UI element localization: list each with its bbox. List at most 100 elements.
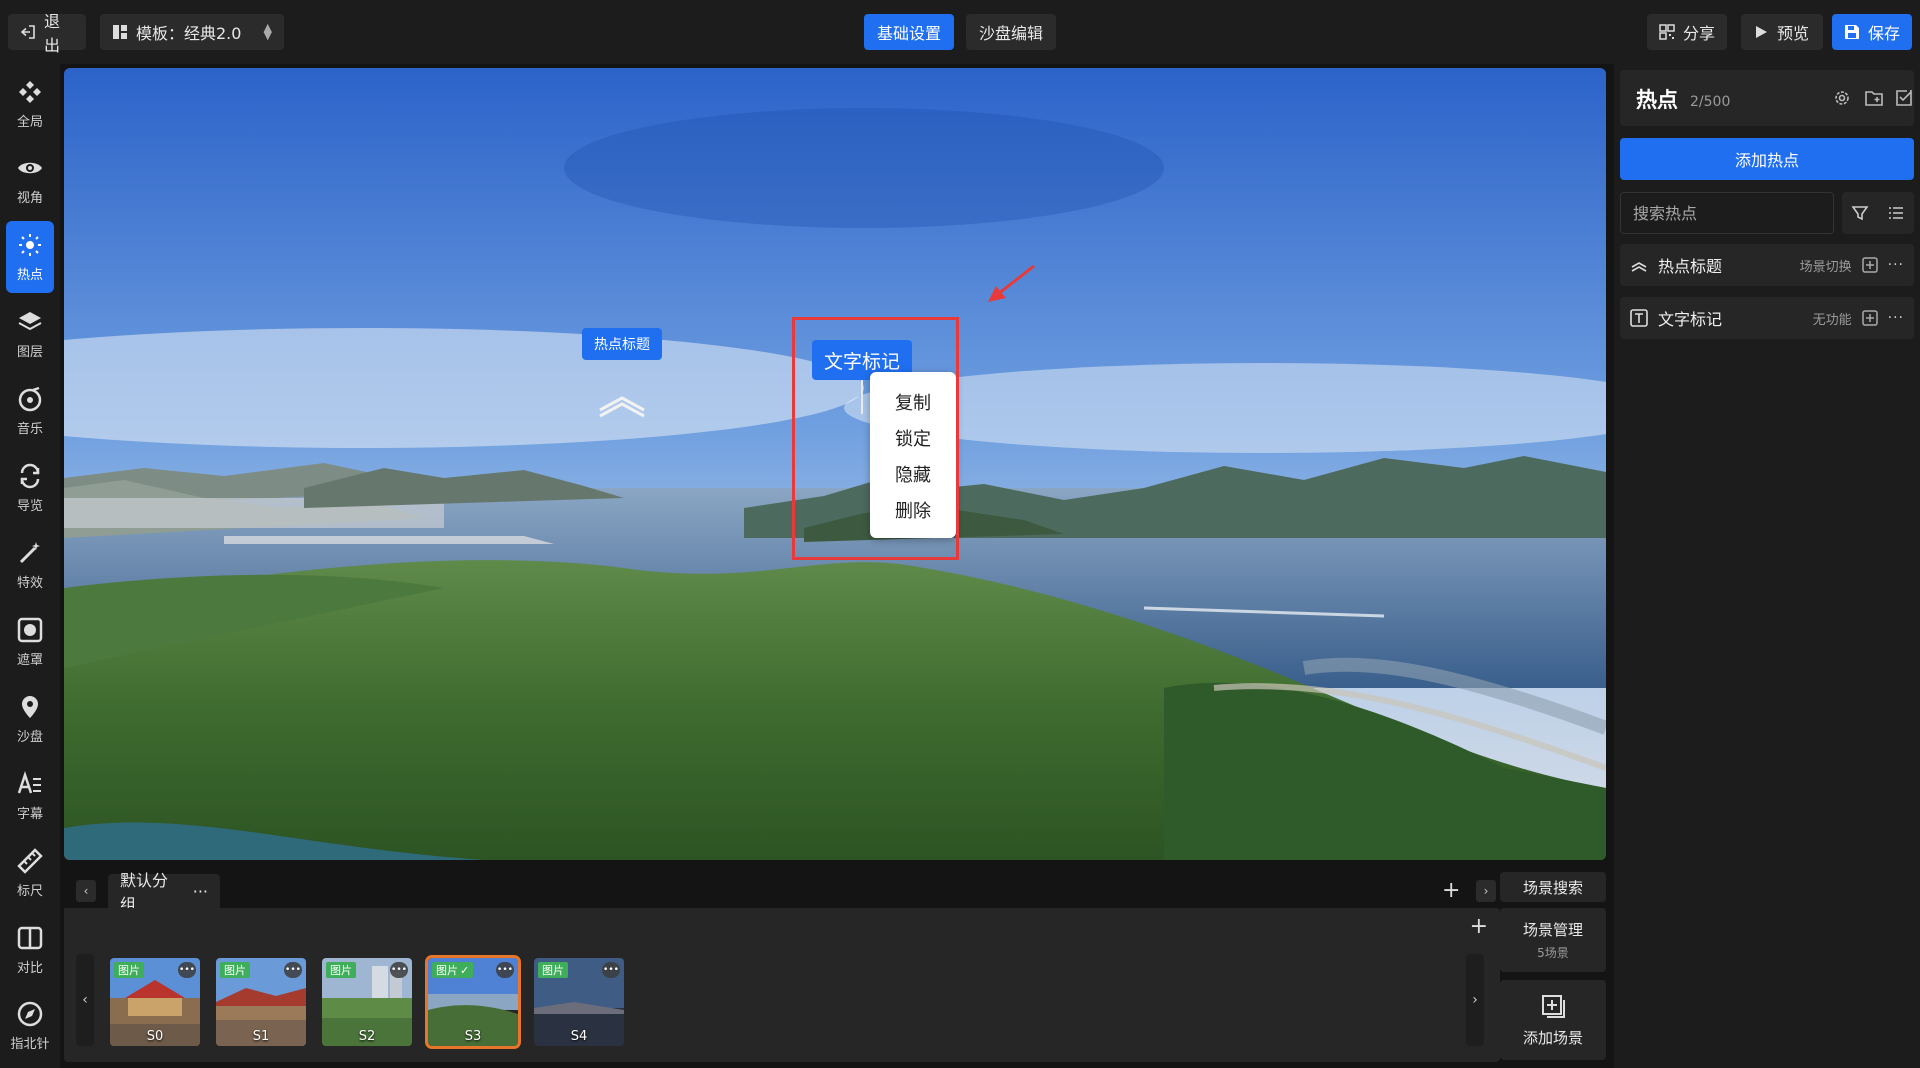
hotspot-list-item[interactable]: 文字标记 无功能 ··· [1620,297,1914,339]
more-options-icon[interactable]: ··· [1888,310,1904,326]
group-more-icon[interactable]: ··· [193,882,208,901]
settings-icon[interactable] [1832,88,1852,108]
hotspot-count: 2/500 [1690,94,1731,110]
sidebar-item-subtitle[interactable]: 字幕 [6,760,54,832]
panel-title: 热点 [1636,88,1678,112]
sidebar-item-label: 特效 [16,575,43,591]
annotation-arrow-icon [988,264,1035,302]
panorama-viewport[interactable]: 热点标题 文字标记 复制 锁定 隐藏 删除 [64,68,1606,860]
template-icon [112,24,128,40]
add-square-icon[interactable] [1861,257,1878,273]
sidebar-item-layers[interactable]: 图层 [6,298,54,370]
sidebar-item-label: 视角 [16,190,43,206]
sidebar-item-label: 对比 [16,960,43,976]
save-label: 保存 [1868,24,1901,43]
add-scene-label: 添加场景 [1522,1028,1583,1047]
tab-sandbox-edit[interactable]: 沙盘编辑 [966,14,1056,50]
hotspot-title-marker[interactable]: 热点标题 [582,328,662,360]
template-label: 模板：经典2.0 [136,24,242,43]
sidebar-item-compass[interactable]: 指北针 [6,990,54,1062]
check-icon: ✓ [460,963,470,977]
exit-icon [20,24,36,40]
scroll-left-button[interactable]: ‹ [76,954,94,1046]
add-scene-icon [1542,994,1565,1018]
sidebar-item-label: 图层 [16,344,43,360]
hotspot-search-input[interactable] [1620,192,1834,234]
annotation-highlight-box [792,317,959,560]
sidebar-item-compare[interactable]: 对比 [6,914,54,986]
scene-more-icon[interactable]: ••• [390,962,408,978]
sidebar-item-label: 遮罩 [16,652,43,668]
qr-code-icon [1659,24,1675,40]
preview-button[interactable]: 预览 [1741,14,1823,50]
template-select[interactable]: 模板：经典2.0 ▲ ▼ [100,14,284,50]
add-square-icon[interactable] [1861,310,1878,326]
more-options-icon[interactable]: ··· [1888,257,1904,273]
add-group-icon[interactable]: + [1442,878,1460,903]
scene-thumbnail[interactable]: 图片 ••• S0 [110,958,200,1046]
checkbox-icon[interactable] [1894,88,1914,108]
compare-icon [17,926,43,949]
add-hotspot-button[interactable]: 添加热点 [1620,138,1914,180]
share-button[interactable]: 分享 [1647,14,1727,50]
exit-button[interactable]: 退出 [8,12,86,55]
global-icon [19,80,41,103]
sidebar-item-hotspot[interactable]: 热点 [6,221,54,293]
scene-name: S1 [252,1029,270,1044]
sidebar-item-global[interactable]: 全局 [6,68,54,140]
scene-thumbnail[interactable]: 图片 ••• S4 [534,958,624,1046]
hotspot-function: 无功能 [1812,312,1852,328]
panel-header: 热点 2/500 [1620,70,1914,126]
scene-thumbnail-active[interactable]: 图片 ✓ ••• S3 [425,955,521,1049]
sidebar-item-view[interactable]: 视角 [6,144,54,216]
chevron-up-icon[interactable] [598,394,646,418]
scroll-right-button[interactable]: › [1466,954,1484,1046]
sidebar-item-label: 热点 [16,267,43,283]
scene-more-icon[interactable]: ••• [602,962,620,978]
add-scene-button[interactable]: 添加场景 [1500,980,1606,1060]
add-scene-icon[interactable]: + [1470,914,1488,939]
scene-search-button[interactable]: 场景搜索 [1500,872,1606,902]
hotspot-name: 文字标记 [1658,310,1723,329]
scene-group-tab[interactable]: 默认分组 ··· [108,871,220,914]
effects-icon [19,541,40,563]
play-icon [1753,24,1769,40]
sidebar-item-label: 全局 [16,114,43,130]
text-box-icon [1630,309,1648,327]
scene-more-icon[interactable]: ••• [178,962,196,978]
image-tag: 图片 [220,962,250,978]
sidebar-item-music[interactable]: 音乐 [6,375,54,447]
save-button[interactable]: 保存 [1832,14,1912,50]
chevron-up-icon [1631,262,1647,272]
layers-icon [18,311,42,330]
scene-count: 5场景 [1537,946,1569,960]
scene-name: S0 [146,1029,164,1044]
sidebar-item-label: 标尺 [16,883,43,899]
group-prev-button[interactable]: ‹ [76,880,96,902]
scene-more-icon[interactable]: ••• [284,962,302,978]
sidebar-item-ruler[interactable]: 标尺 [6,837,54,909]
sidebar-item-label: 沙盘 [16,729,43,745]
sidebar-item-effects[interactable]: 特效 [6,529,54,601]
list-icon[interactable] [1887,204,1905,222]
sidebar-item-tour[interactable]: 导览 [6,452,54,524]
compass-icon [17,1001,43,1026]
scene-thumbnail[interactable]: 图片 ••• S1 [216,958,306,1046]
tab-basic-settings[interactable]: 基础设置 [864,14,954,50]
hotspot-list-item[interactable]: 热点标题 场景切换 ··· [1620,244,1914,286]
scene-manage-button[interactable]: 场景管理 5场景 [1500,908,1606,972]
hotspot-function: 场景切换 [1799,259,1852,275]
subtitle-icon [17,770,41,793]
scene-thumbnail[interactable]: 图片 ••• S2 [322,958,412,1046]
group-next-button[interactable]: › [1476,880,1496,902]
image-tag: 图片 [538,962,568,978]
share-label: 分享 [1683,24,1716,43]
scene-manage-label: 场景管理 [1522,921,1583,939]
image-tag: 图片 [326,962,356,978]
sidebar-item-mask[interactable]: 遮罩 [6,606,54,678]
folder-add-icon[interactable] [1864,88,1884,108]
filter-icon[interactable] [1851,204,1869,222]
sidebar-item-sandbox[interactable]: 沙盘 [6,683,54,755]
preview-label: 预览 [1777,24,1810,43]
scene-more-icon[interactable]: ••• [496,962,514,978]
